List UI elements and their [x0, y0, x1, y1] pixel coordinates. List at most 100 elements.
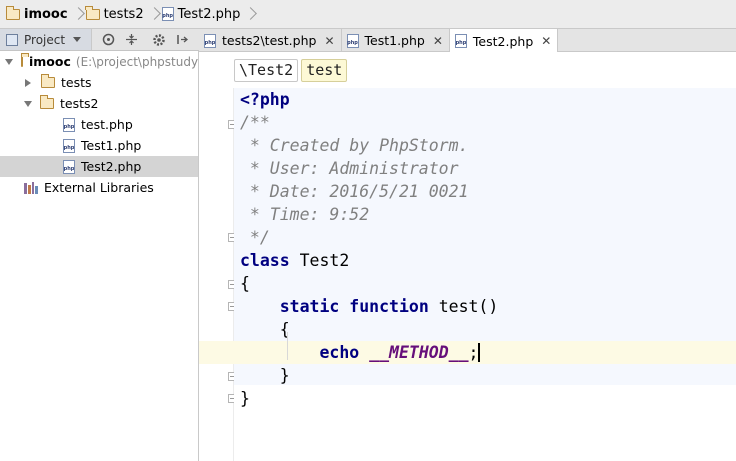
expand-arrow-icon[interactable]	[5, 58, 13, 65]
tree-item-label: test.php	[81, 117, 133, 132]
class-name: Test2	[289, 251, 350, 270]
breadcrumb-item-imooc[interactable]: imooc	[5, 0, 72, 28]
code-line-1: <?php	[234, 88, 736, 111]
gear-icon[interactable]	[152, 33, 166, 47]
project-toolbar: Project	[0, 29, 199, 51]
code-line-7: */	[234, 226, 736, 249]
tab-tests2-test-php[interactable]: tests2\test.php ✕	[199, 29, 342, 52]
tree-item-test2-php[interactable]: Test2.php	[0, 156, 198, 177]
editor-breadcrumbs: \Test2 test	[199, 52, 736, 88]
tree-item-tests2[interactable]: tests2	[0, 93, 198, 114]
collapse-all-icon[interactable]	[124, 33, 138, 47]
tree-item-label: tests	[61, 75, 92, 90]
code-line-3: * Created by PhpStorm.	[234, 134, 736, 157]
tree-item-test1-php[interactable]: Test1.php	[0, 135, 198, 156]
tab-test2-php[interactable]: Test2.php ✕	[449, 29, 559, 53]
method-signature: test()	[428, 297, 499, 316]
tree-item-external-libraries[interactable]: External Libraries	[0, 177, 198, 198]
php-file-icon	[346, 33, 359, 48]
doc-comment: * Time: 9:52	[240, 205, 370, 224]
breadcrumb-item-test2-php[interactable]: Test2.php	[161, 0, 245, 28]
php-file-icon	[454, 34, 467, 48]
magic-constant: __METHOD__	[369, 343, 469, 362]
tree-item-label: External Libraries	[44, 180, 154, 195]
php-file-icon	[204, 33, 216, 48]
close-icon[interactable]: ✕	[433, 34, 443, 48]
tree-item-test-php[interactable]: test.php	[0, 114, 198, 135]
code-line-11: {	[234, 318, 736, 341]
semicolon: ;	[468, 343, 479, 362]
code-line-14: }	[234, 387, 736, 410]
tab-label: tests2\test.php	[222, 33, 317, 48]
chevron-right-icon	[246, 4, 254, 24]
collapse-arrow-icon[interactable]	[25, 78, 31, 87]
doc-comment: * Created by PhpStorm.	[240, 136, 469, 155]
text-caret	[478, 343, 481, 362]
expand-arrow-icon[interactable]	[24, 100, 32, 107]
folder-icon	[85, 5, 100, 20]
library-icon	[24, 181, 38, 194]
close-icon[interactable]: ✕	[541, 34, 551, 48]
tree-item-path: (E:\project\phpstudy	[75, 54, 198, 69]
doc-comment: * Date: 2016/5/21 0021	[240, 182, 469, 201]
brace: {	[240, 274, 250, 293]
code-line-13: }	[234, 364, 736, 387]
doc-comment: */	[240, 228, 270, 247]
close-icon[interactable]: ✕	[324, 34, 334, 48]
scroll-from-source-icon[interactable]	[101, 33, 115, 47]
editor-gutter	[199, 88, 237, 461]
keyword-function: function	[339, 297, 429, 316]
keyword-echo: echo	[319, 343, 360, 362]
code-editor[interactable]: <?php /** * Created by PhpStorm. * User:…	[199, 88, 736, 461]
project-tree: imooc (E:\project\phpstudy tests tests2 …	[0, 51, 199, 461]
doc-comment: /**	[240, 113, 270, 132]
tree-item-label: imooc	[29, 54, 71, 69]
editor-breadcrumb-method[interactable]: test	[301, 58, 348, 82]
navigation-bar: imooc tests2 Test2.php	[0, 0, 736, 29]
code-line-2: /**	[234, 111, 736, 134]
chevron-down-icon	[73, 37, 82, 42]
editor-tab-bar: tests2\test.php ✕ Test1.php ✕ Test2.php …	[199, 29, 736, 53]
indent-guide	[287, 332, 288, 360]
tree-item-imooc[interactable]: imooc (E:\project\phpstudy	[0, 51, 198, 72]
php-file-icon	[63, 138, 75, 153]
tree-item-label: tests2	[60, 96, 99, 111]
breadcrumb-label: Test2.php	[177, 6, 241, 22]
chevron-right-icon	[74, 4, 82, 24]
doc-comment: * User: Administrator	[240, 159, 459, 178]
brace: {	[240, 320, 290, 339]
code-line-5: * Date: 2016/5/21 0021	[234, 180, 736, 203]
php-file-icon	[63, 159, 75, 174]
php-file-icon	[161, 7, 174, 21]
tab-label: Test2.php	[472, 33, 534, 49]
brace: }	[240, 366, 290, 385]
folder-icon	[39, 95, 54, 109]
code-line-12-current: echo __METHOD__;	[199, 341, 736, 364]
folder-icon	[5, 5, 20, 20]
code-line-9: {	[234, 272, 736, 295]
hide-panel-icon[interactable]	[175, 33, 189, 47]
chevron-right-icon	[150, 4, 158, 24]
breadcrumb-label: imooc	[24, 6, 68, 22]
project-icon	[6, 33, 18, 46]
project-tab-label: Project	[24, 32, 66, 47]
folder-icon	[20, 53, 29, 67]
code-line-8: class Test2	[234, 249, 736, 272]
tab-test1-php[interactable]: Test1.php ✕	[342, 29, 450, 52]
keyword-class: class	[240, 251, 290, 270]
tree-item-label: Test2.php	[81, 159, 142, 174]
breadcrumb-item-tests2[interactable]: tests2	[85, 0, 148, 28]
tree-item-label: Test1.php	[81, 138, 142, 153]
editor-breadcrumb-class[interactable]: \Test2	[234, 58, 299, 82]
keyword-static: static	[279, 297, 340, 316]
code-line-6: * Time: 9:52	[234, 203, 736, 226]
tree-item-tests[interactable]: tests	[0, 72, 198, 93]
code-line-4: * User: Administrator	[234, 157, 736, 180]
php-file-icon	[63, 117, 75, 132]
project-view-selector[interactable]: Project	[0, 29, 92, 50]
code-line-10: static function test()	[234, 295, 736, 318]
brace: }	[240, 389, 250, 408]
